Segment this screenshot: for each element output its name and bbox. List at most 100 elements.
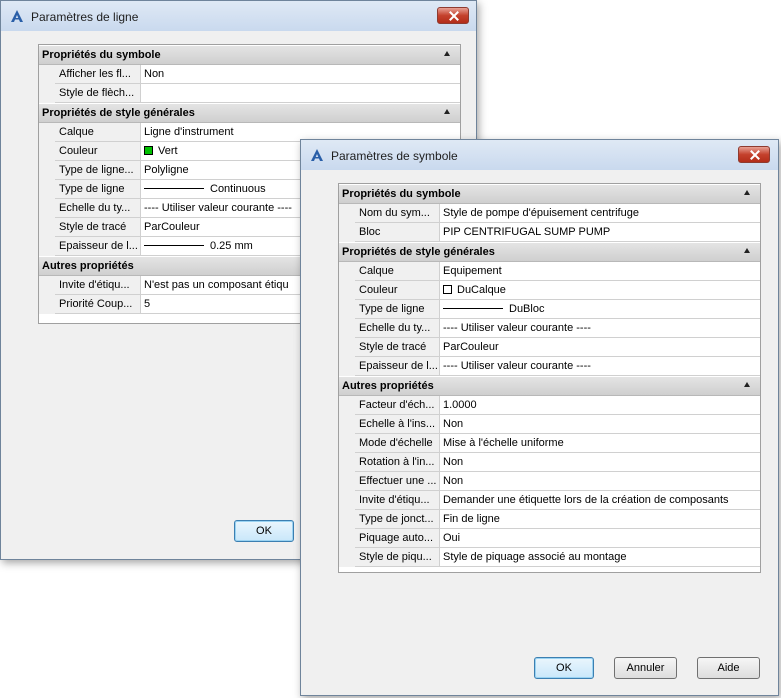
collapse-arrow-icon[interactable]	[444, 51, 450, 56]
property-row[interactable]: Style de flèch...	[39, 84, 460, 103]
autocad-app-icon	[311, 149, 323, 161]
property-row[interactable]: Nom du sym... Style de pompe d'épuisement…	[339, 204, 760, 223]
property-value[interactable]	[141, 84, 460, 103]
property-value-text: DuCalque	[457, 284, 506, 296]
property-value-text: DuBloc	[509, 303, 545, 315]
property-row[interactable]: Piquage auto... Oui	[339, 529, 760, 548]
property-value-text: Non	[443, 475, 464, 487]
help-button[interactable]: Aide	[697, 657, 760, 679]
row-gutter	[339, 434, 355, 453]
property-row[interactable]: Echelle du ty... ---- Utiliser valeur cou…	[339, 319, 760, 338]
category-autres-proprietes[interactable]: Autres propriétés	[339, 377, 760, 396]
property-name: Priorité Coup...	[55, 295, 141, 314]
property-name: Invite d'étiqu...	[355, 491, 440, 510]
collapse-arrow-icon[interactable]	[744, 190, 750, 195]
property-value-text: Style de pompe d'épuisement centrifuge	[443, 207, 639, 219]
collapse-arrow-icon[interactable]	[744, 382, 750, 387]
property-value-text: ParCouleur	[443, 341, 499, 353]
property-row[interactable]: Mode d'échelle Mise à l'échelle uniforme	[339, 434, 760, 453]
property-name: Epaisseur de l...	[55, 237, 141, 256]
property-value-text: Demander une étiquette lors de la créati…	[443, 494, 729, 506]
property-value[interactable]: Style de pompe d'épuisement centrifuge	[440, 204, 760, 223]
row-gutter	[339, 262, 355, 281]
property-value-text: N'est pas un composant étiqu	[144, 279, 289, 291]
property-name: Effectuer une ...	[355, 472, 440, 491]
category-proprietes-du-symbole[interactable]: Propriétés du symbole	[339, 185, 760, 204]
property-name: Couleur	[55, 142, 141, 161]
property-row[interactable]: Invite d'étiqu... Demander une étiquette …	[339, 491, 760, 510]
line-settings-titlebar[interactable]: Paramètres de ligne	[1, 1, 476, 31]
row-gutter	[339, 415, 355, 434]
property-value[interactable]: Non	[141, 65, 460, 84]
category-proprietes-de-style-generales[interactable]: Propriétés de style générales	[39, 104, 460, 123]
close-button[interactable]	[738, 146, 770, 163]
property-value[interactable]: Non	[440, 472, 760, 491]
property-value[interactable]: Demander une étiquette lors de la créati…	[440, 491, 760, 510]
property-value[interactable]: 1.0000	[440, 396, 760, 415]
property-value[interactable]: Non	[440, 415, 760, 434]
symbol-settings-titlebar[interactable]: Paramètres de symbole	[301, 140, 778, 170]
property-row[interactable]: Epaisseur de l... ---- Utiliser valeur co…	[339, 357, 760, 376]
color-swatch-icon	[144, 146, 153, 155]
property-value-text: Ligne d'instrument	[144, 126, 234, 138]
row-gutter	[39, 180, 55, 199]
property-row[interactable]: Afficher les fl... Non	[39, 65, 460, 84]
property-value-text: 5	[144, 298, 151, 310]
property-row[interactable]: Type de ligne DuBloc	[339, 300, 760, 319]
property-row[interactable]: Style de tracé ParCouleur	[339, 338, 760, 357]
cancel-button[interactable]: Annuler	[614, 657, 677, 679]
property-row[interactable]: Facteur d'éch... 1.0000	[339, 396, 760, 415]
row-gutter	[339, 453, 355, 472]
ok-button[interactable]: OK	[234, 520, 294, 542]
property-name: Piquage auto...	[355, 529, 440, 548]
close-button[interactable]	[437, 7, 469, 24]
row-gutter	[39, 65, 55, 84]
category-proprietes-de-style-generales[interactable]: Propriétés de style générales	[339, 243, 760, 262]
property-value[interactable]: Equipement	[440, 262, 760, 281]
property-value[interactable]: ---- Utiliser valeur courante ----	[440, 319, 760, 338]
property-row[interactable]: Type de jonct... Fin de ligne	[339, 510, 760, 529]
symbol-property-grid[interactable]: Propriétés du symbole Nom du sym... Style …	[338, 183, 761, 573]
property-row[interactable]: Couleur DuCalque	[339, 281, 760, 300]
property-value[interactable]: Style de piquage associé au montage	[440, 548, 760, 567]
property-row[interactable]: Bloc PIP CENTRIFUGAL SUMP PUMP	[339, 223, 760, 242]
property-value[interactable]: DuBloc	[440, 300, 760, 319]
property-value[interactable]: Non	[440, 453, 760, 472]
property-value[interactable]: PIP CENTRIFUGAL SUMP PUMP	[440, 223, 760, 242]
property-name: Mode d'échelle	[355, 434, 440, 453]
property-value-text: 0.25 mm	[210, 240, 253, 252]
property-row[interactable]: Style de piqu... Style de piquage associé…	[339, 548, 760, 567]
property-value[interactable]: ParCouleur	[440, 338, 760, 357]
property-name: Type de jonct...	[355, 510, 440, 529]
collapse-arrow-icon[interactable]	[744, 248, 750, 253]
category-label: Propriétés du symbole	[342, 188, 461, 200]
row-gutter	[39, 161, 55, 180]
property-value-text: ---- Utiliser valeur courante ----	[443, 322, 591, 334]
category-proprietes-du-symbole[interactable]: Propriétés du symbole	[39, 46, 460, 65]
row-gutter	[339, 281, 355, 300]
property-value[interactable]: DuCalque	[440, 281, 760, 300]
collapse-arrow-icon[interactable]	[444, 109, 450, 114]
symbol-settings-title: Paramètres de symbole	[331, 149, 458, 163]
property-name: Echelle à l'ins...	[355, 415, 440, 434]
property-value[interactable]: Mise à l'échelle uniforme	[440, 434, 760, 453]
ok-button[interactable]: OK	[534, 657, 594, 679]
property-value-text: Oui	[443, 532, 461, 544]
property-value[interactable]: Oui	[440, 529, 760, 548]
property-value[interactable]: ---- Utiliser valeur courante ----	[440, 357, 760, 376]
property-row[interactable]: Echelle à l'ins... Non	[339, 415, 760, 434]
property-row[interactable]: Rotation à l'in... Non	[339, 453, 760, 472]
property-row[interactable]: Calque Equipement	[339, 262, 760, 281]
property-row[interactable]: Effectuer une ... Non	[339, 472, 760, 491]
row-gutter	[339, 204, 355, 223]
property-value[interactable]: Fin de ligne	[440, 510, 760, 529]
row-gutter	[339, 357, 355, 376]
row-gutter	[39, 123, 55, 142]
property-name: Epaisseur de l...	[355, 357, 440, 376]
category-label: Propriétés du symbole	[42, 49, 161, 61]
row-gutter	[339, 396, 355, 415]
property-value-text: ---- Utiliser valeur courante ----	[144, 202, 292, 214]
property-value-text: Non	[443, 418, 464, 430]
property-name: Echelle du ty...	[355, 319, 440, 338]
property-value-text: Polyligne	[144, 164, 189, 176]
